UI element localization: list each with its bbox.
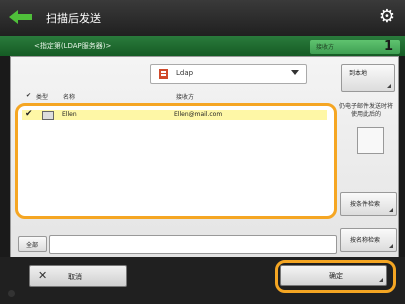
close-icon: ✕ xyxy=(38,269,48,282)
address-source-value: Ldap xyxy=(176,69,194,77)
list-header: ✔ 类型 名称 接收方 xyxy=(26,92,326,102)
filter-input[interactable] xyxy=(49,235,337,254)
cancel-button[interactable]: ✕ 取消 xyxy=(29,265,127,287)
address-list: ✔ Ellen Ellen@mail.com xyxy=(15,103,337,219)
search-by-condition-button[interactable]: 按条件检索 xyxy=(340,192,397,216)
search-by-name-button[interactable]: 按名称检索 xyxy=(340,228,397,252)
corner-arrow-icon xyxy=(387,84,391,88)
search-by-name-label: 按名称检索 xyxy=(350,237,381,244)
header-type: 类型 xyxy=(36,94,49,101)
destination-counter[interactable]: 接收方 1 xyxy=(310,39,400,54)
address-source-dropdown[interactable]: Ldap xyxy=(150,64,307,84)
corner-arrow-icon xyxy=(389,244,393,248)
to-local-button[interactable]: 到本地 xyxy=(341,64,395,92)
corner-arrow-icon xyxy=(389,208,393,212)
status-indicator xyxy=(8,290,15,297)
destination-count: 1 xyxy=(383,39,393,54)
ok-button[interactable]: 确定 xyxy=(280,265,387,286)
side-note: 仍电子邮件发送时将使用此后的 xyxy=(338,103,393,118)
header-name: 名称 xyxy=(63,94,76,101)
search-by-condition-label: 按条件检索 xyxy=(350,201,381,208)
ldap-server-icon xyxy=(159,69,168,79)
chevron-down-icon xyxy=(291,70,299,75)
list-item[interactable]: ✔ Ellen Ellen@mail.com xyxy=(22,109,327,120)
address-book-type: <指定第(LDAP服务器)> xyxy=(34,42,112,50)
to-local-label: 到本地 xyxy=(349,70,368,77)
header-check: ✔ xyxy=(26,92,32,99)
back-arrow-icon[interactable] xyxy=(6,6,36,28)
all-label: 全部 xyxy=(26,242,39,249)
destination-label: 接收方 xyxy=(316,44,335,51)
entry-name: Ellen xyxy=(62,111,77,118)
option-toggle[interactable] xyxy=(357,127,384,154)
header-address: 接收方 xyxy=(176,94,195,101)
cancel-label: 取消 xyxy=(68,273,82,281)
corner-arrow-icon xyxy=(379,278,383,282)
checkmark-icon: ✔ xyxy=(25,109,33,119)
address-book-icon xyxy=(42,111,54,120)
entry-address: Ellen@mail.com xyxy=(174,111,223,118)
gear-icon[interactable]: ⚙ xyxy=(377,7,397,27)
title-bar: 扫描后发送 ⚙ xyxy=(0,0,405,37)
ok-label: 确定 xyxy=(329,272,343,280)
page-title: 扫描后发送 xyxy=(46,12,101,25)
all-button[interactable]: 全部 xyxy=(18,236,47,252)
